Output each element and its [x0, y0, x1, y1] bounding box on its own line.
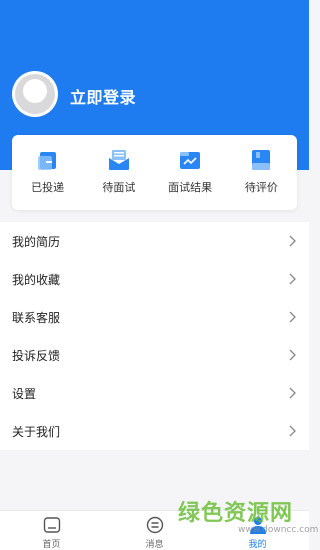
delivered-icon: [37, 152, 56, 170]
bottom-tab-bar: 首页 消息 我的: [0, 510, 309, 550]
status-pending-interview-label: 待面试: [102, 181, 136, 194]
menu-item-label: 投诉反馈: [12, 348, 61, 363]
status-pending-review[interactable]: 待评价: [226, 135, 297, 210]
tab-profile[interactable]: 我的: [206, 511, 309, 550]
chevron-right-icon: [289, 273, 296, 285]
menu-item-label: 关于我们: [12, 424, 61, 439]
pending-interview-icon: [108, 150, 129, 170]
tab-home-label: 首页: [42, 540, 61, 550]
tab-messages-label: 消息: [145, 540, 164, 550]
status-interview-result-label: 面试结果: [168, 181, 213, 194]
chevron-right-icon: [289, 425, 296, 437]
application-status-card: 已投递 待面试 面试结果 待评价: [12, 135, 297, 210]
login-link[interactable]: 立即登录: [70, 84, 136, 108]
tab-home[interactable]: 首页: [0, 511, 103, 550]
menu-item-about-us[interactable]: 关于我们: [0, 412, 309, 450]
avatar[interactable]: [12, 71, 58, 117]
status-delivered[interactable]: 已投递: [12, 135, 83, 210]
chevron-right-icon: [289, 311, 296, 323]
status-pending-review-label: 待评价: [244, 181, 278, 194]
menu-item-label: 我的收藏: [12, 272, 61, 287]
settings-menu: 我的简历 我的收藏 联系客服 投诉反馈 设置 关于我们: [0, 222, 309, 450]
chevron-right-icon: [289, 235, 296, 247]
menu-item-contact-support[interactable]: 联系客服: [0, 298, 309, 336]
menu-item-label: 设置: [12, 386, 37, 401]
chevron-right-icon: [289, 387, 296, 399]
chevron-right-icon: [289, 349, 296, 361]
menu-item-label: 联系客服: [12, 310, 61, 325]
menu-item-settings[interactable]: 设置: [0, 374, 309, 412]
pending-review-icon: [252, 150, 271, 170]
message-icon: [146, 516, 163, 534]
tab-messages[interactable]: 消息: [103, 511, 206, 550]
profile-icon: [249, 517, 266, 534]
avatar-placeholder-icon: [15, 74, 55, 114]
status-pending-interview[interactable]: 待面试: [83, 135, 154, 210]
menu-item-my-favorites[interactable]: 我的收藏: [0, 260, 309, 298]
status-interview-result[interactable]: 面试结果: [155, 135, 226, 210]
interview-result-icon: [180, 152, 201, 169]
home-icon: [43, 517, 60, 533]
status-delivered-label: 已投递: [31, 181, 65, 194]
tab-profile-label: 我的: [248, 540, 267, 550]
menu-item-feedback[interactable]: 投诉反馈: [0, 336, 309, 374]
menu-item-label: 我的简历: [12, 234, 61, 249]
menu-item-my-resume[interactable]: 我的简历: [0, 222, 309, 260]
